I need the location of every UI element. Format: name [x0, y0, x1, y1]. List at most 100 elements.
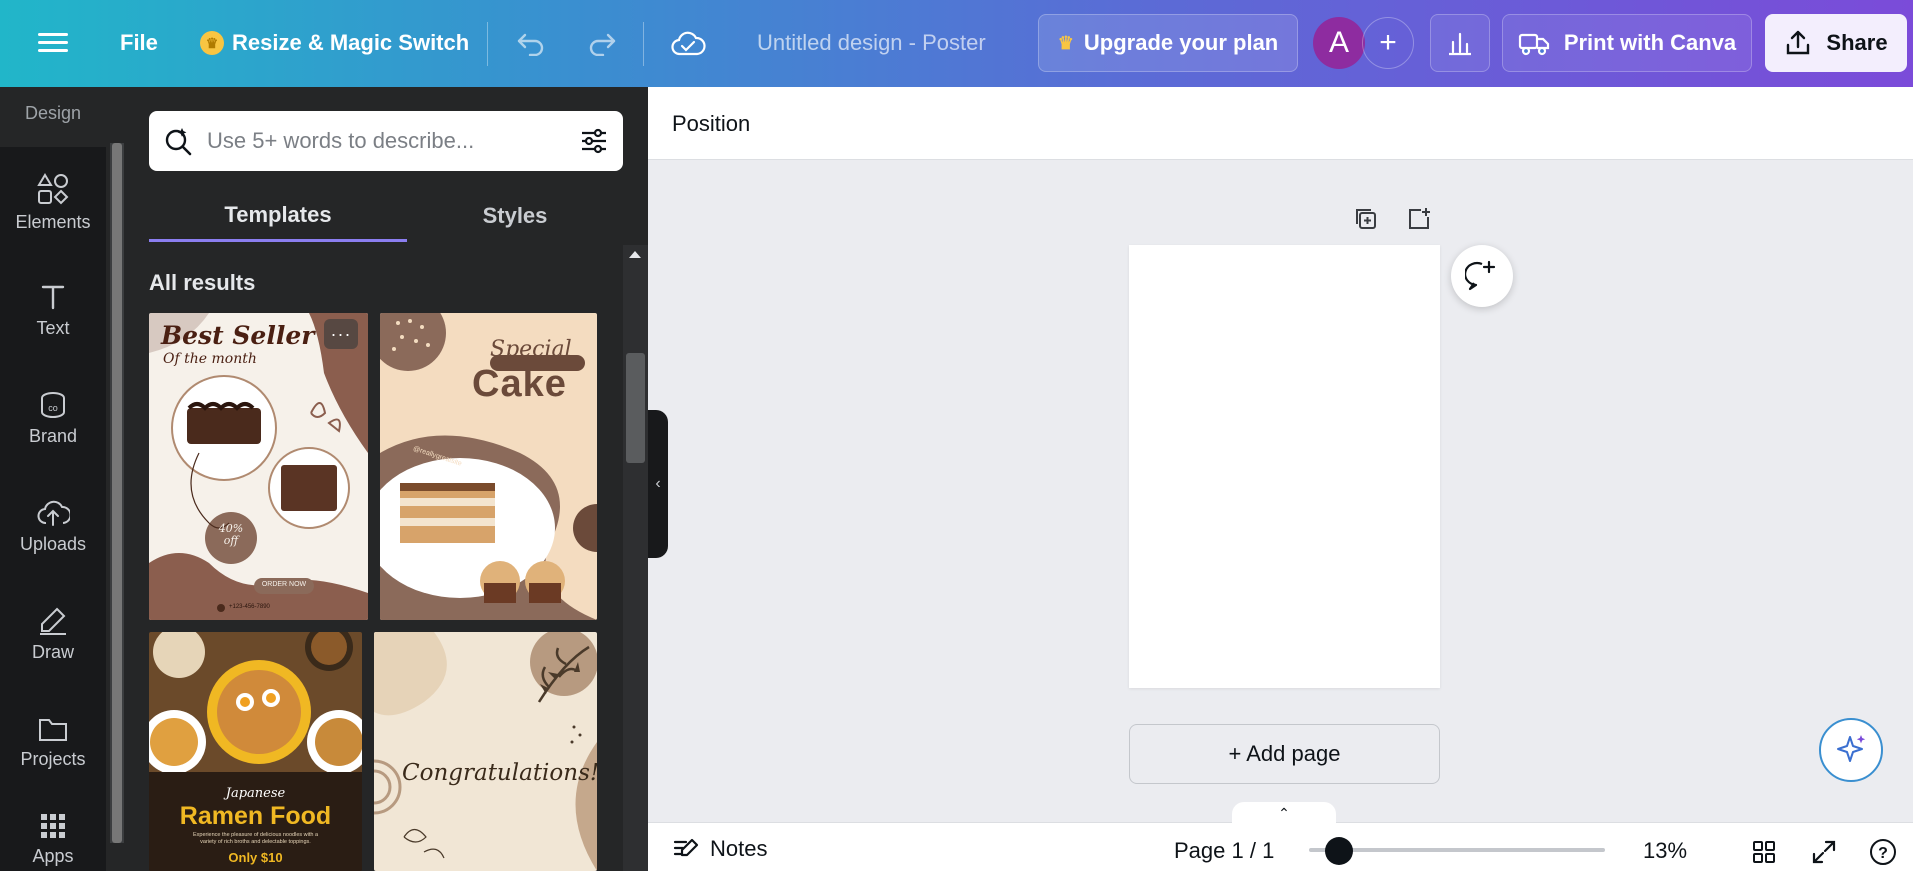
- template-title: Best Seller: [161, 321, 315, 350]
- template-badge: 40% off: [218, 522, 244, 548]
- svg-text:?: ?: [1878, 845, 1888, 862]
- rail-item-label: Design: [24, 103, 82, 123]
- template-description: Experience the pleasure of delicious noo…: [192, 832, 319, 846]
- grid-view-icon[interactable]: [1748, 836, 1780, 868]
- zoom-slider[interactable]: [1309, 848, 1605, 852]
- chevron-up-icon: ⌃: [1278, 804, 1290, 821]
- template-subtitle: Of the month: [163, 351, 257, 367]
- print-label: Print with Canva: [1563, 30, 1737, 55]
- document-title[interactable]: Untitled design - Poster: [745, 14, 998, 72]
- bottom-bar: [648, 822, 1913, 871]
- rail-scrollbar[interactable]: [110, 143, 124, 843]
- apps-grid-icon: [41, 814, 65, 838]
- rail-item-uploads[interactable]: Uploads: [0, 476, 106, 576]
- crown-icon: ♛: [1057, 32, 1074, 53]
- collapse-panel-button[interactable]: ‹: [648, 410, 668, 558]
- template-title: Congratulations!: [402, 760, 597, 786]
- resize-label: Resize & Magic Switch: [232, 30, 470, 55]
- print-with-canva-button[interactable]: Print with Canva: [1502, 14, 1752, 72]
- duplicate-page-icon[interactable]: [1349, 202, 1383, 236]
- template-cta: ORDER NOW: [261, 581, 307, 588]
- svg-text:co: co: [48, 403, 58, 413]
- tab-styles[interactable]: Styles: [407, 190, 623, 242]
- upgrade-label: Upgrade your plan: [1083, 30, 1279, 55]
- rail-item-brand[interactable]: co Brand: [0, 368, 106, 468]
- crown-icon: ♛: [200, 31, 224, 55]
- left-rail: Design Elements Text co Brand Uploads Dr…: [0, 87, 106, 871]
- cloud-upload-icon: [37, 500, 70, 526]
- template-card-congratulations[interactable]: Congratulations!: [374, 632, 597, 871]
- rail-item-draw[interactable]: Draw: [0, 584, 106, 684]
- search-input[interactable]: [207, 128, 579, 154]
- search-box[interactable]: [149, 111, 623, 171]
- template-cta: Order Now: [514, 420, 561, 430]
- template-card-best-seller[interactable]: Best Seller Of the month 40% off ORDER N…: [149, 313, 368, 620]
- insights-chart-icon[interactable]: [1430, 14, 1490, 72]
- rail-item-label: Draw: [31, 641, 74, 662]
- upgrade-plan-button[interactable]: ♛ Upgrade your plan: [1038, 14, 1298, 72]
- brand-icon: co: [41, 391, 65, 418]
- magic-sparkle-icon[interactable]: [1819, 718, 1883, 782]
- results-heading: All results: [149, 270, 256, 295]
- panel-scrollbar[interactable]: [623, 245, 648, 871]
- add-comment-icon[interactable]: [1451, 245, 1513, 307]
- rail-item-apps[interactable]: Apps: [0, 800, 106, 871]
- rail-item-text[interactable]: Text: [0, 260, 106, 360]
- notes-button[interactable]: Notes: [672, 836, 767, 862]
- notes-label: Notes: [710, 836, 768, 861]
- draw-icon: [40, 607, 66, 635]
- rail-item-design[interactable]: Design: [0, 87, 106, 147]
- menu-icon[interactable]: [34, 28, 72, 58]
- file-menu-button[interactable]: File: [108, 14, 170, 72]
- template-phone: +123-456-7890: [229, 604, 270, 610]
- rail-item-projects[interactable]: Projects: [0, 692, 106, 792]
- rail-item-label: Uploads: [19, 533, 87, 554]
- rail-item-elements[interactable]: Elements: [0, 152, 106, 252]
- add-page-button[interactable]: + Add page: [1129, 724, 1440, 784]
- add-collaborator-button[interactable]: +: [1362, 17, 1414, 69]
- position-button[interactable]: Position: [672, 111, 750, 137]
- magic-search-icon: [165, 128, 192, 156]
- zoom-level[interactable]: 13%: [1643, 838, 1687, 864]
- notes-icon: [673, 838, 699, 857]
- scroll-up-arrow-icon[interactable]: [629, 251, 641, 258]
- chevron-left-icon: ‹: [655, 475, 661, 492]
- context-toolbar: Position: [648, 87, 1913, 160]
- rail-item-label: Apps: [32, 846, 74, 866]
- zoom-slider-handle[interactable]: [1325, 837, 1353, 865]
- template-title: Special: [490, 337, 572, 362]
- more-options-icon[interactable]: ···: [324, 319, 358, 349]
- top-toolbar: File ♛ Resize & Magic Switch Untitled de…: [0, 0, 1913, 87]
- filter-sliders-icon[interactable]: [579, 126, 609, 156]
- template-card-special-cake[interactable]: Special Cake Order Now @reallygreatsite: [380, 313, 597, 620]
- add-page-icon[interactable]: [1402, 202, 1436, 236]
- undo-icon[interactable]: [511, 22, 551, 66]
- redo-icon[interactable]: [582, 22, 622, 66]
- fullscreen-icon[interactable]: [1808, 836, 1840, 868]
- template-card-ramen[interactable]: Japanese Ramen Food Experience the pleas…: [149, 632, 362, 871]
- tab-templates[interactable]: Templates: [149, 190, 407, 242]
- upload-share-icon: [1787, 30, 1810, 55]
- rail-item-label: Brand: [28, 425, 78, 446]
- share-button[interactable]: Share: [1765, 14, 1907, 72]
- toolbar-divider: [487, 22, 488, 66]
- elements-icon: [37, 172, 69, 204]
- resize-magic-switch-button[interactable]: ♛ Resize & Magic Switch: [188, 14, 481, 72]
- rail-item-label: Elements: [15, 211, 91, 232]
- text-icon: [41, 285, 65, 309]
- cloud-saved-icon[interactable]: [665, 22, 711, 66]
- folder-icon: [39, 718, 67, 741]
- template-subtitle: Japanese: [225, 786, 286, 801]
- template-subtitle: Cake: [472, 363, 567, 405]
- show-pages-toggle[interactable]: ⌃: [1232, 802, 1336, 824]
- toolbar-divider: [643, 22, 644, 66]
- avatar[interactable]: A: [1313, 17, 1365, 69]
- rail-item-label: Text: [36, 317, 70, 338]
- design-page[interactable]: [1129, 245, 1440, 688]
- page-counter: Page 1 / 1: [1174, 838, 1275, 863]
- template-title: Ramen Food: [179, 802, 332, 830]
- share-label: Share: [1826, 30, 1888, 55]
- truck-icon: [1518, 33, 1549, 56]
- help-icon[interactable]: ?: [1867, 836, 1899, 868]
- rail-item-label: Projects: [20, 748, 86, 769]
